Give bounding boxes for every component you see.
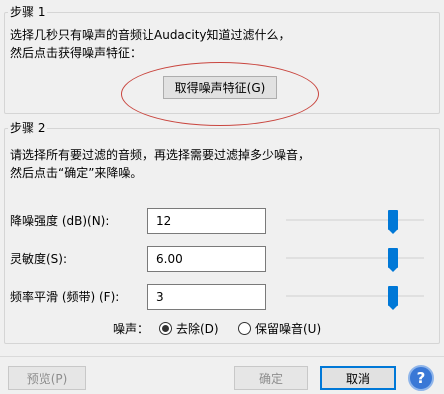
slider-track — [286, 219, 424, 221]
radio-keep-label: 保留噪音(U) — [255, 322, 322, 336]
step2-instruction-line1: 请选择所有要过滤的音频，再选择需要过滤掉多少噪音， — [10, 148, 311, 162]
help-icon[interactable]: ? — [408, 365, 434, 391]
footer-separator — [0, 356, 444, 357]
noise-reduction-input[interactable]: 12 — [147, 208, 266, 234]
radio-remove-label: 去除(D) — [176, 322, 219, 336]
slider-track — [286, 257, 424, 259]
radio-remove-option[interactable]: 去除(D) — [159, 320, 219, 337]
preview-button[interactable]: 预览(P) — [8, 366, 86, 390]
slider-thumb[interactable] — [388, 248, 398, 272]
noise-label: 噪声： — [113, 322, 150, 336]
slider-thumb[interactable] — [388, 286, 398, 310]
noise-reduction-slider[interactable] — [286, 210, 424, 234]
step1-instruction-line2: 然后点击获得噪声特征： — [10, 46, 143, 60]
radio-remove-button[interactable] — [159, 322, 172, 335]
slider-track — [286, 295, 424, 297]
ok-button[interactable]: 确定 — [234, 366, 308, 390]
get-noise-profile-button[interactable]: 取得噪声特征(G) — [163, 76, 277, 99]
frequency-smoothing-slider[interactable] — [286, 286, 424, 310]
frequency-smoothing-input[interactable]: 3 — [147, 284, 266, 310]
slider-thumb[interactable] — [388, 210, 398, 234]
sensitivity-slider[interactable] — [286, 248, 424, 272]
radio-keep-option[interactable]: 保留噪音(U) — [238, 320, 321, 337]
sensitivity-label: 灵敏度(S): — [10, 252, 68, 266]
step1-title: 步骤 1 — [8, 3, 48, 20]
radio-keep-button[interactable] — [238, 322, 251, 335]
sensitivity-input[interactable]: 6.00 — [147, 246, 266, 272]
cancel-button[interactable]: 取消 — [320, 366, 396, 390]
step2-instruction-line2: 然后点击“确定”来降噪。 — [10, 166, 143, 180]
step1-instruction-line1: 选择几秒只有噪声的音频让Audacity知道过滤什么， — [10, 28, 291, 42]
step2-title: 步骤 2 — [8, 119, 48, 136]
noise-reduction-label: 降噪强度 (dB)(N): — [10, 214, 110, 228]
frequency-smoothing-label: 频率平滑 (频带) (F): — [10, 290, 120, 304]
